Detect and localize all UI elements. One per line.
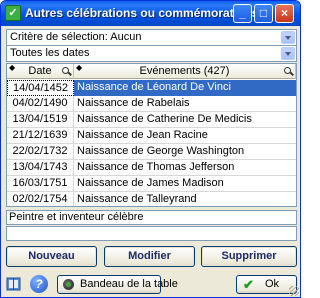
chevron-down-icon[interactable] [281,31,295,44]
row-date: 22/02/1732 [7,144,74,160]
check-icon: ✔ [243,277,254,292]
table-row[interactable]: 13/04/1743 Naissance de Thomas Jefferson [7,160,296,176]
row-event: Naissance de James Madison [77,177,224,189]
title-bar[interactable]: ✓ Autres célébrations ou commémorations … [1,1,300,26]
row-date: 21/12/1639 [7,128,74,144]
criteria-select-value: Critère de sélection: Aucun [10,31,142,43]
banner-icon [63,279,74,290]
ok-button[interactable]: ✔ Ok [236,275,297,294]
row-date: 04/02/1490 [7,96,74,112]
window-title: Autres célébrations ou commémorations [25,6,259,20]
sort-icon: ◆ [76,63,83,72]
row-date: 16/03/1751 [7,176,74,192]
row-event: Naissance de Thomas Jefferson [77,161,235,173]
search-icon[interactable] [62,67,69,74]
row-date: 02/02/1754 [7,192,74,206]
dates-select[interactable]: Toutes les dates [6,45,297,62]
delete-button[interactable]: Supprimer [201,246,297,267]
table-row[interactable]: 21/12/1639 Naissance de Jean Racine [7,128,296,144]
row-date: 14/04/1452 [7,80,74,96]
book-icon[interactable] [5,275,23,293]
extra-field[interactable] [6,226,297,241]
column-header-date[interactable]: ◆ Date [7,64,74,79]
maximize-button[interactable]: □ [254,4,273,23]
dates-select-value: Toutes les dates [10,47,90,59]
description-field[interactable]: Peintre et inventeur célèbre [6,210,297,225]
row-date: 13/04/1519 [7,112,74,128]
minimize-button[interactable]: _ [233,4,252,23]
table-header: ◆ Date ◆ Evénements (427) [7,64,296,79]
table-row[interactable]: 16/03/1751 Naissance de James Madison [7,176,296,192]
events-table[interactable]: ◆ Date ◆ Evénements (427) 14/04/1452 Nais… [6,63,297,207]
banner-button[interactable]: Bandeau de la table [57,275,178,294]
dialog-window: ✓ Autres célébrations ou commémorations … [0,0,301,298]
table-row[interactable]: 14/04/1452 Naissance de Léonard De Vinci [7,80,296,96]
row-event: Naissance de George Washington [77,145,245,157]
row-event: Naissance de Léonard De Vinci [74,80,296,96]
table-row[interactable]: 04/02/1490 Naissance de Rabelais [7,96,296,112]
table-row[interactable]: 13/04/1519 Naissance de Catherine De Medi… [7,112,296,128]
resize-grip[interactable] [289,286,299,296]
row-date: 13/04/1743 [7,160,74,176]
sort-icon: ◆ [9,63,16,72]
chevron-down-icon[interactable] [281,47,295,60]
row-event: Naissance de Catherine De Medicis [77,113,252,125]
table-row[interactable]: 02/02/1754 Naissance de Talleyrand [7,192,296,206]
criteria-select[interactable]: Critère de sélection: Aucun [6,29,297,46]
help-icon[interactable]: ? [30,275,48,293]
calendar-app-icon: ✓ [5,5,21,21]
close-button[interactable]: × [275,4,294,23]
modify-button[interactable]: Modifier [104,246,195,267]
new-button[interactable]: Nouveau [6,246,97,267]
row-event: Naissance de Talleyrand [77,193,197,205]
column-header-event[interactable]: ◆ Evénements (427) [74,64,296,79]
row-event: Naissance de Jean Racine [77,129,208,141]
row-event: Naissance de Rabelais [77,97,190,109]
table-row[interactable]: 22/02/1732 Naissance de George Washington [7,144,296,160]
search-icon[interactable] [284,67,291,74]
